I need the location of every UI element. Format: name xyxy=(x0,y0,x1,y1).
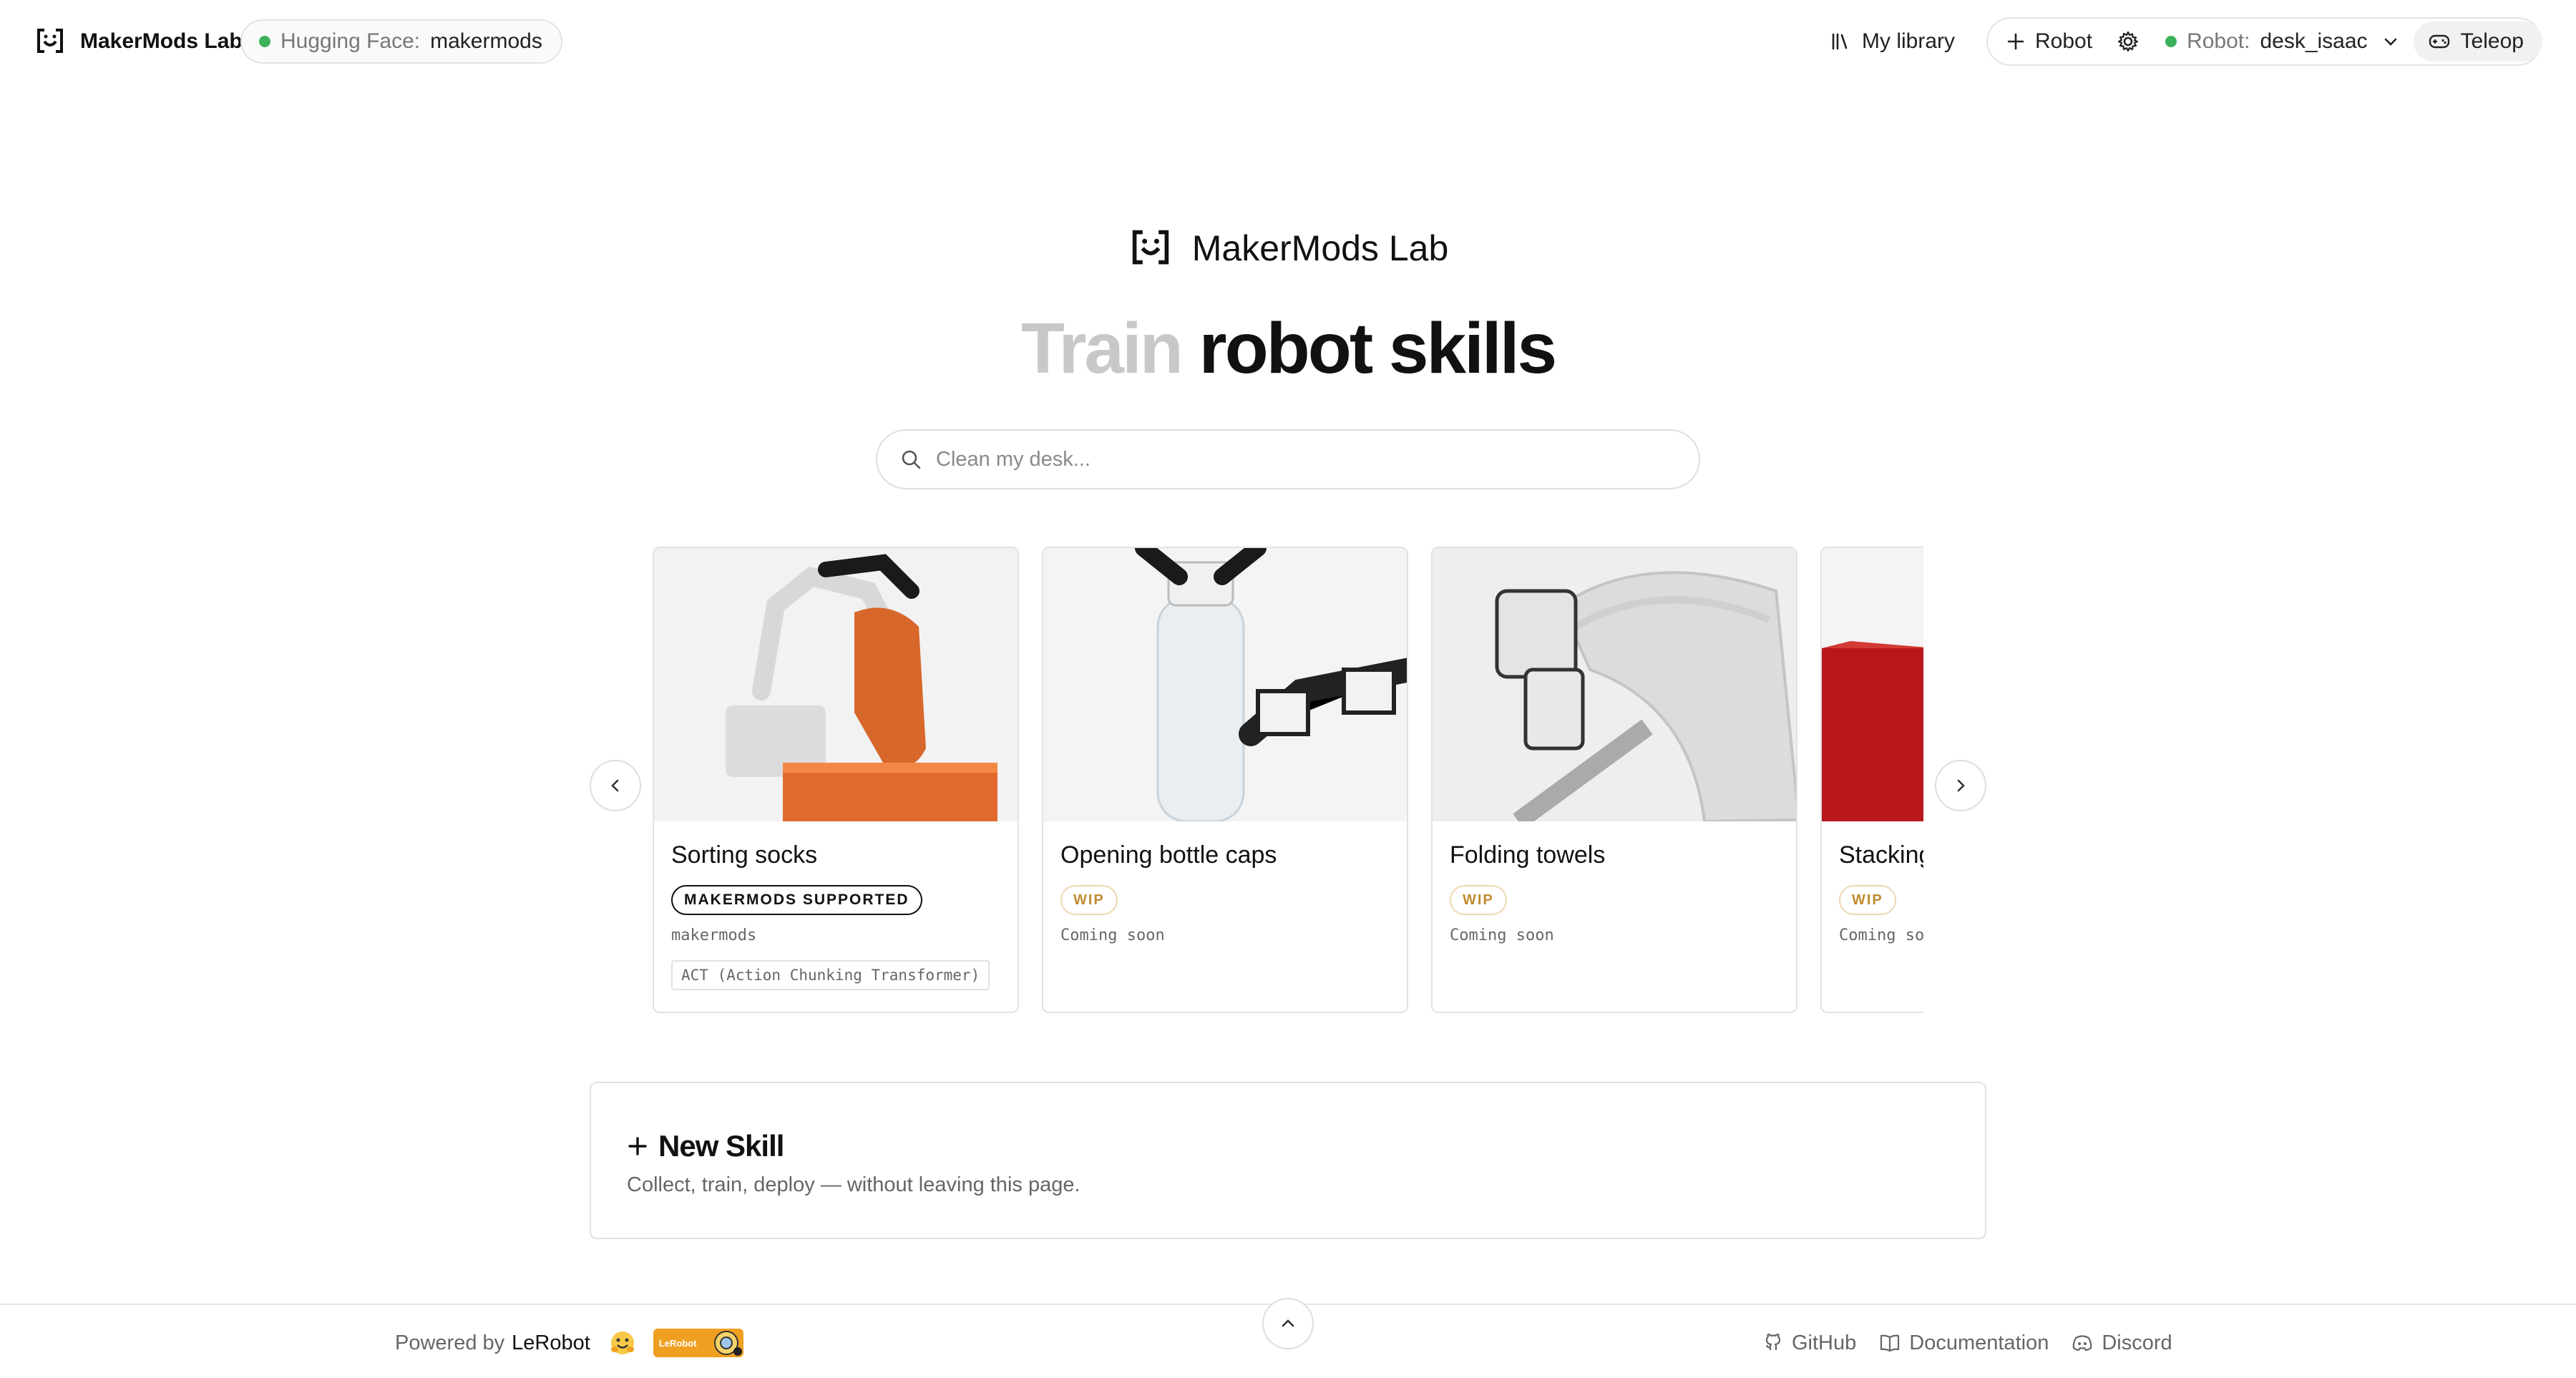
search-input[interactable] xyxy=(936,447,1652,471)
card-title: Opening bottle caps xyxy=(1060,841,1277,869)
card-status: Coming soon xyxy=(1060,927,1165,944)
hugging-face-status[interactable]: Hugging Face: makermods xyxy=(240,19,562,64)
github-icon xyxy=(1765,1333,1781,1350)
hero-brand-name: MakerMods Lab xyxy=(1191,228,1449,268)
teleop-button[interactable]: Teleop xyxy=(2413,21,2542,62)
discord-link[interactable]: Discord xyxy=(2072,1331,2172,1355)
card-status: Coming soon xyxy=(1450,927,1554,944)
settings-button[interactable] xyxy=(2117,19,2140,64)
status-dot-icon xyxy=(259,36,270,47)
new-skill-card[interactable]: New Skill Collect, train, deploy — witho… xyxy=(590,1082,1986,1239)
powered-by-label: Powered by xyxy=(395,1331,505,1354)
brand-name: MakerMods Lab xyxy=(80,29,243,53)
carousel-prev-button[interactable] xyxy=(590,760,641,811)
book-icon xyxy=(1880,1334,1900,1352)
card-title: Sorting socks xyxy=(671,841,818,869)
robot-arm-folding-towel-icon xyxy=(1433,548,1796,821)
plus-icon xyxy=(2007,33,2024,50)
red-blocks-icon xyxy=(1822,548,1923,821)
scroll-top-button[interactable] xyxy=(1262,1298,1314,1349)
add-robot-label: Robot xyxy=(2035,29,2093,53)
gear-icon xyxy=(2117,31,2139,52)
my-library-label: My library xyxy=(1862,29,1956,53)
hf-label: Hugging Face: xyxy=(280,29,421,53)
makermods-logo-icon xyxy=(1132,230,1169,265)
chevron-right-icon xyxy=(1957,779,1965,792)
robot-select-value: desk_isaac xyxy=(2260,29,2368,53)
wip-badge: WIP xyxy=(1839,885,1896,915)
card-model-tag: ACT (Action Chunking Transformer) xyxy=(671,960,990,990)
lerobot-badge-text: LeRobot xyxy=(658,1337,697,1349)
skill-card[interactable]: Sorting socks MAKERMODS SUPPORTED makerm… xyxy=(653,547,1019,1013)
library-icon xyxy=(1832,33,1848,50)
chevron-left-icon xyxy=(611,779,619,792)
chevron-up-icon xyxy=(1282,1319,1294,1327)
skills-carousel: Sorting socks MAKERMODS SUPPORTED makerm… xyxy=(653,547,1923,1015)
documentation-link[interactable]: Documentation xyxy=(1879,1331,2049,1355)
robot-arm-holding-orange-sock-icon xyxy=(654,548,1018,821)
headline-main: robot skills xyxy=(1199,308,1557,389)
robot-controls: Robot Robot: desk_isaac Teleop xyxy=(1986,17,2542,66)
lerobot-mascot-icon xyxy=(713,1331,742,1356)
card-title: Stacking xyxy=(1839,841,1923,869)
robot-select-label: Robot: xyxy=(2187,29,2250,53)
new-skill-subtitle: Collect, train, deploy — without leaving… xyxy=(627,1173,1080,1196)
hero-brand: MakerMods Lab xyxy=(0,223,2576,273)
skill-search xyxy=(876,429,1700,489)
skill-card[interactable]: Opening bottle caps WIP Coming soon xyxy=(1042,547,1408,1013)
github-link[interactable]: GitHub xyxy=(1763,1331,1856,1355)
page-title: Train robot skills xyxy=(0,308,2576,394)
github-label: GitHub xyxy=(1792,1331,1857,1354)
makermods-logo-icon xyxy=(37,29,63,53)
carousel-next-button[interactable] xyxy=(1935,760,1986,811)
powered-by: Powered by LeRobot LeRobot xyxy=(395,1325,743,1361)
skill-card[interactable]: Folding towels WIP Coming soon xyxy=(1431,547,1797,1013)
teleop-label: Teleop xyxy=(2460,29,2524,53)
supported-badge: MAKERMODS SUPPORTED xyxy=(671,885,922,915)
brand-link[interactable]: MakerMods Lab xyxy=(34,21,243,62)
add-robot-button[interactable]: Robot xyxy=(2006,19,2092,64)
gamepad-icon xyxy=(2429,34,2449,49)
search-icon xyxy=(902,450,921,469)
card-title: Folding towels xyxy=(1450,841,1606,869)
card-author: makermods xyxy=(671,927,757,944)
new-skill-label: New Skill xyxy=(658,1129,784,1163)
top-bar: MakerMods Lab Hugging Face: makermods My… xyxy=(0,0,2576,83)
discord-icon xyxy=(2073,1335,2092,1352)
discord-label: Discord xyxy=(2102,1331,2172,1354)
robot-select-dropdown[interactable]: Robot: desk_isaac xyxy=(2165,19,2399,64)
skill-card[interactable]: Stacking WIP Coming soon xyxy=(1820,547,1923,1013)
hf-user: makermods xyxy=(430,29,542,53)
hugging-face-emoji-icon xyxy=(610,1331,634,1354)
chevron-down-icon xyxy=(2384,38,2396,46)
headline-muted: Train xyxy=(1020,308,1184,389)
my-library-button[interactable]: My library xyxy=(1830,21,1955,62)
wip-badge: WIP xyxy=(1060,885,1118,915)
new-skill-title: New Skill xyxy=(627,1129,784,1163)
robot-status-dot-icon xyxy=(2165,36,2177,47)
footer: Powered by LeRobot LeRobot GitHub Docume… xyxy=(0,1298,2576,1378)
lerobot-link[interactable]: LeRobot xyxy=(512,1331,590,1355)
card-status: Coming soon xyxy=(1839,927,1923,944)
lerobot-badge: LeRobot xyxy=(653,1329,743,1357)
wip-badge: WIP xyxy=(1450,885,1507,915)
footer-links: GitHub Documentation Discord xyxy=(1763,1325,2172,1361)
plus-icon xyxy=(628,1137,647,1155)
robot-gripper-water-bottle-icon xyxy=(1043,548,1407,821)
documentation-label: Documentation xyxy=(1909,1331,2049,1354)
